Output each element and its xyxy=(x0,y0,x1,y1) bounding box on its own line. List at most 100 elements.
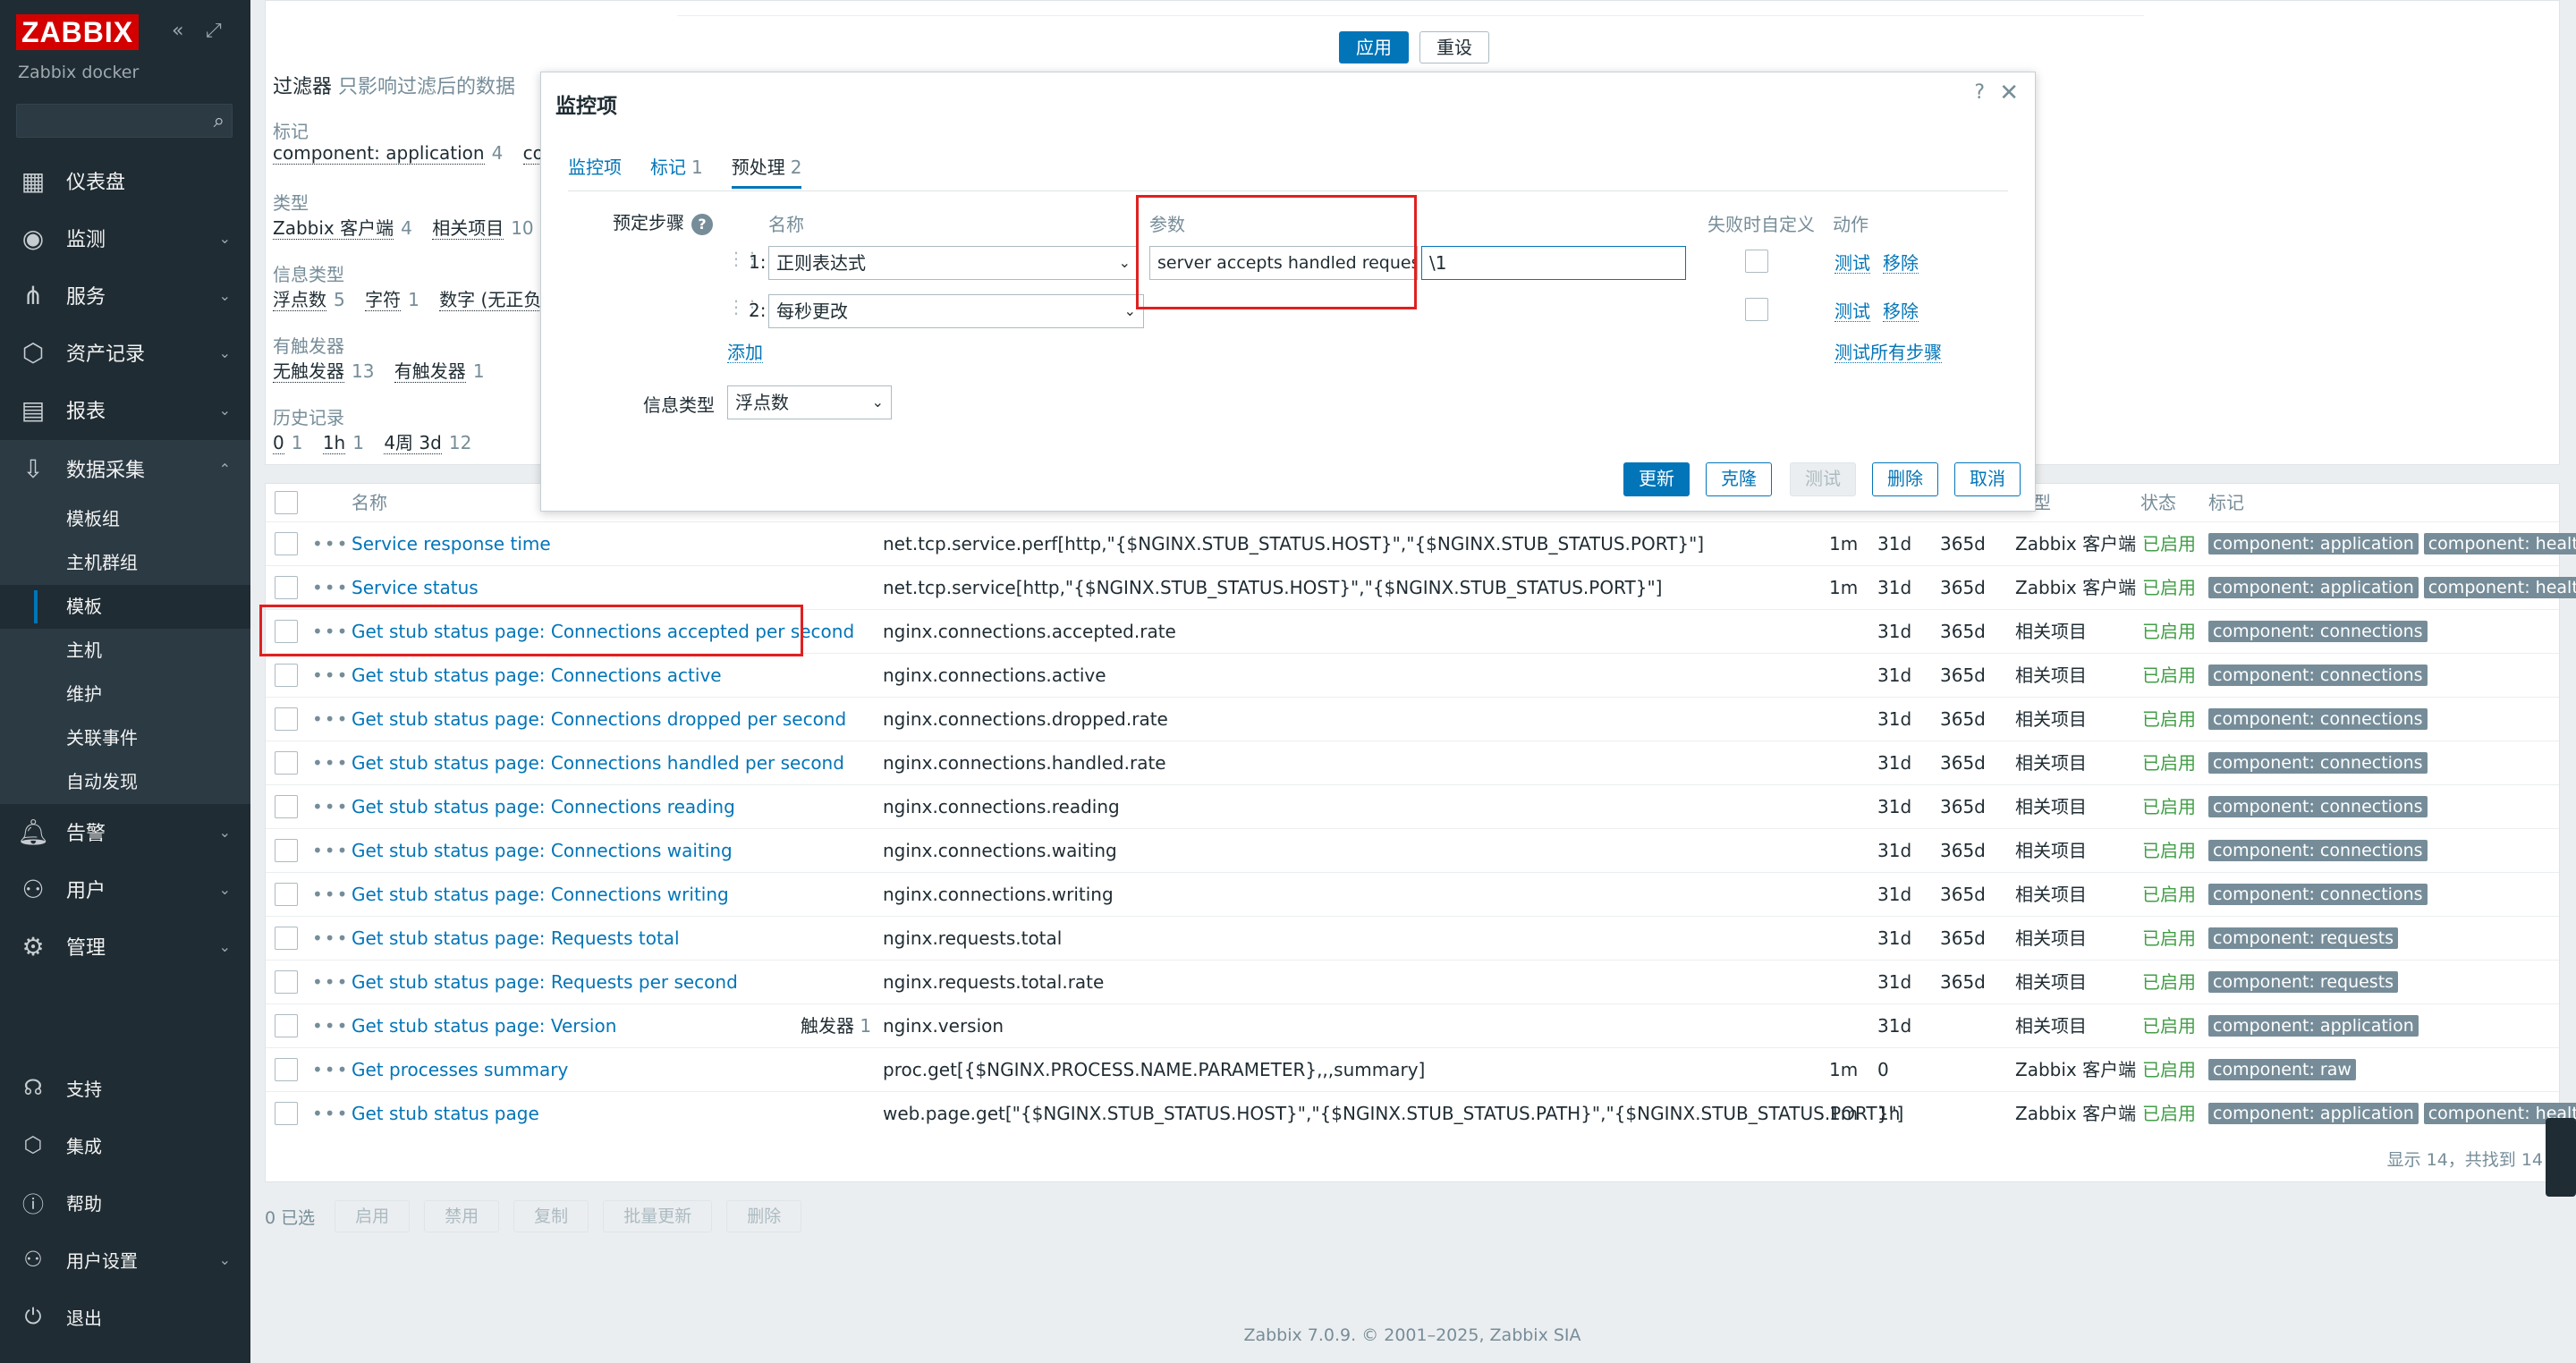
mass-update-button[interactable]: 批量更新 xyxy=(603,1200,713,1232)
enable-button[interactable]: 启用 xyxy=(335,1200,411,1232)
item-status-link[interactable]: 已启用 xyxy=(2142,741,2196,784)
row-menu-icon[interactable]: ••• xyxy=(312,566,349,609)
row-menu-icon[interactable]: ••• xyxy=(312,522,349,565)
step-1-custom-on-fail-checkbox[interactable] xyxy=(1745,250,1768,273)
row-menu-icon[interactable]: ••• xyxy=(312,741,349,784)
menu-help[interactable]: ⓘ 帮助 xyxy=(0,1175,250,1229)
item-status-link[interactable]: 已启用 xyxy=(2142,785,2196,828)
item-status-link[interactable]: 已启用 xyxy=(2142,566,2196,609)
kiosk-mode-icon[interactable]: ⤢ xyxy=(206,20,222,42)
item-name-link[interactable]: Get stub status page: Connections waitin… xyxy=(352,829,733,872)
row-menu-icon[interactable]: ••• xyxy=(312,698,349,741)
submenu-event-correlation[interactable]: 关联事件 xyxy=(0,716,250,760)
row-checkbox[interactable] xyxy=(275,707,298,731)
row-menu-icon[interactable]: ••• xyxy=(312,917,349,960)
info-type-select[interactable]: 浮点数 ⌄ xyxy=(727,385,892,419)
copy-button[interactable]: 复制 xyxy=(513,1200,589,1232)
filter-type-value[interactable]: Zabbix 客户端 xyxy=(273,217,394,240)
step-2-type-select[interactable]: 每秒更改 ⌄ xyxy=(768,294,1144,328)
row-menu-icon[interactable]: ••• xyxy=(312,961,349,1003)
row-checkbox[interactable] xyxy=(275,927,298,950)
row-checkbox[interactable] xyxy=(275,576,298,599)
menu-data-collection[interactable]: ⇩ 数据采集 ⌃ xyxy=(0,440,250,497)
item-name-link[interactable]: Get stub status page xyxy=(352,1092,539,1135)
menu-integrations[interactable]: ⬡ 集成 xyxy=(0,1118,250,1172)
add-step-link[interactable]: 添加 xyxy=(727,343,763,363)
item-status-link[interactable]: 已启用 xyxy=(2142,1092,2196,1135)
delete-button[interactable]: 删除 xyxy=(726,1200,802,1232)
filter-info-value[interactable]: 浮点数 xyxy=(273,289,326,311)
row-menu-icon[interactable]: ••• xyxy=(312,654,349,697)
submenu-discovery[interactable]: 自动发现 xyxy=(0,760,250,804)
filter-apply-button[interactable]: 应用 xyxy=(1339,31,1409,63)
tab-item[interactable]: 监控项 xyxy=(568,153,622,189)
sidebar-search-input[interactable]: ⌕ xyxy=(16,104,233,138)
disable-button[interactable]: 禁用 xyxy=(424,1200,500,1232)
row-checkbox[interactable] xyxy=(275,795,298,818)
test-button[interactable]: 测试 xyxy=(1790,462,1856,496)
row-menu-icon[interactable]: ••• xyxy=(312,1048,349,1091)
item-status-link[interactable]: 已启用 xyxy=(2142,522,2196,565)
row-menu-icon[interactable]: ••• xyxy=(312,1092,349,1135)
zabbix-logo[interactable]: ZABBIX xyxy=(16,14,140,50)
item-name-link[interactable]: Service status xyxy=(352,566,479,609)
item-name-link[interactable]: Get processes summary xyxy=(352,1048,568,1091)
item-name-link[interactable]: Get stub status page: Connections writin… xyxy=(352,873,729,916)
submenu-hosts[interactable]: 主机 xyxy=(0,629,250,673)
step-2-custom-on-fail-checkbox[interactable] xyxy=(1745,298,1768,321)
item-name-link[interactable]: Get stub status page: Connections active xyxy=(352,654,722,697)
submenu-template-groups[interactable]: 模板组 xyxy=(0,497,250,541)
item-name-link[interactable]: Get stub status page: Connections droppe… xyxy=(352,698,846,741)
item-status-link[interactable]: 已启用 xyxy=(2142,698,2196,741)
cancel-button[interactable]: 取消 xyxy=(1954,462,2021,496)
menu-administration[interactable]: ⚙ 管理 ⌄ xyxy=(0,918,250,975)
update-button[interactable]: 更新 xyxy=(1623,462,1690,496)
menu-user-settings[interactable]: ⚇ 用户设置 ⌄ xyxy=(0,1232,250,1286)
row-checkbox[interactable] xyxy=(275,1102,298,1125)
row-checkbox[interactable] xyxy=(275,1014,298,1037)
submenu-maintenance[interactable]: 维护 xyxy=(0,673,250,716)
item-status-link[interactable]: 已启用 xyxy=(2142,873,2196,916)
item-name-link[interactable]: Get stub status page: Connections readin… xyxy=(352,785,735,828)
item-name-link[interactable]: Get stub status page: Version xyxy=(352,1004,616,1047)
menu-support[interactable]: ☊ 支持 xyxy=(0,1061,250,1114)
test-all-steps-link[interactable]: 测试所有步骤 xyxy=(1835,343,1942,363)
delete-item-button[interactable]: 删除 xyxy=(1872,462,1938,496)
row-checkbox[interactable] xyxy=(275,664,298,687)
filter-type-value[interactable]: 相关项目 xyxy=(432,217,504,240)
submenu-templates[interactable]: 模板 xyxy=(0,585,250,629)
step-2-test-link[interactable]: 测试 xyxy=(1835,301,1870,322)
triggers-link[interactable]: 触发器 1 xyxy=(801,1004,871,1047)
menu-services[interactable]: ⋔ 服务 ⌄ xyxy=(0,267,250,324)
item-status-link[interactable]: 已启用 xyxy=(2142,654,2196,697)
row-checkbox[interactable] xyxy=(275,532,298,555)
row-checkbox[interactable] xyxy=(275,839,298,862)
tab-preprocessing[interactable]: 预处理 2 xyxy=(731,153,802,189)
step-1-output-input[interactable]: \1 xyxy=(1421,246,1686,280)
menu-reports[interactable]: ▤ 报表 ⌄ xyxy=(0,381,250,438)
menu-users[interactable]: ⚇ 用户 ⌄ xyxy=(0,860,250,918)
item-name-link[interactable]: Get stub status page: Requests total xyxy=(352,917,680,960)
column-header-status[interactable]: 状态 xyxy=(2140,484,2176,521)
filter-reset-button[interactable]: 重设 xyxy=(1419,31,1489,63)
column-header-name[interactable]: 名称 xyxy=(352,484,387,521)
menu-inventory[interactable]: ⬡ 资产记录 ⌄ xyxy=(0,324,250,381)
item-name-link[interactable]: Get stub status page: Requests per secon… xyxy=(352,961,738,1003)
row-checkbox[interactable] xyxy=(275,1058,298,1081)
menu-sign-out[interactable]: ⏻ 退出 xyxy=(0,1290,250,1343)
menu-alerts[interactable]: 🔔︎ 告警 ⌄ xyxy=(0,803,250,860)
help-icon[interactable]: ? xyxy=(691,213,713,235)
filter-trigger-value[interactable]: 有触发器 xyxy=(394,360,466,383)
row-checkbox[interactable] xyxy=(275,751,298,775)
step-1-type-select[interactable]: 正则表达式 ⌄ xyxy=(768,246,1139,280)
item-status-link[interactable]: 已启用 xyxy=(2142,1004,2196,1047)
column-header-type[interactable]: 型 xyxy=(2033,484,2051,521)
filter-history-value[interactable]: 4周 3d xyxy=(384,432,442,454)
row-menu-icon[interactable]: ••• xyxy=(312,873,349,916)
row-checkbox[interactable] xyxy=(275,883,298,906)
collapse-sidebar-icon[interactable]: « xyxy=(172,20,183,42)
submenu-host-groups[interactable]: 主机群组 xyxy=(0,541,250,585)
item-status-link[interactable]: 已启用 xyxy=(2142,610,2196,653)
menu-monitoring[interactable]: ◉ 监测 ⌄ xyxy=(0,209,250,267)
item-name-link[interactable]: Service response time xyxy=(352,522,551,565)
